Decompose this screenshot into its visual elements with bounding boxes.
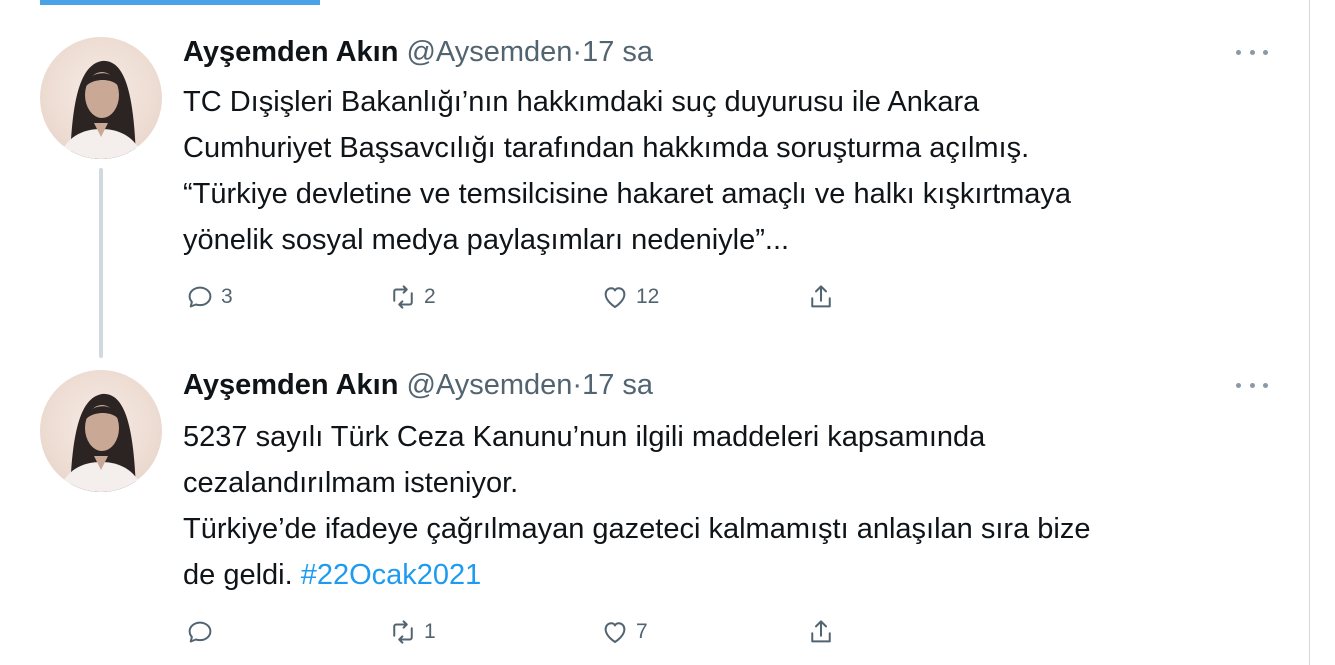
- tweet-text: 5237 sayılı Türk Ceza Kanunu’nun ilgili …: [183, 414, 1090, 598]
- separator-dot: ·: [572, 36, 583, 68]
- reply-button[interactable]: [185, 617, 221, 647]
- share-button[interactable]: [806, 282, 836, 312]
- retweet-icon: [393, 620, 413, 644]
- author-handle[interactable]: @Aysemden: [406, 36, 572, 68]
- profile-photo-icon: [58, 393, 144, 492]
- share-icon: [811, 620, 831, 643]
- profile-photo-icon: [58, 60, 144, 159]
- reply-icon: [188, 621, 212, 643]
- avatar[interactable]: [40, 37, 162, 159]
- tweet-text-line: yönelik sosyal medya paylaşımları nedeni…: [183, 224, 790, 256]
- avatar[interactable]: [40, 370, 162, 492]
- like-count: 12: [636, 285, 660, 308]
- tweet-text-line-with-hashtag: de geldi. #22Ocak2021: [183, 552, 1090, 598]
- tweet-text-line: Cumhuriyet Başsavcılığı tarafından hakkı…: [183, 132, 1030, 164]
- author-handle[interactable]: @Aysemden: [406, 369, 572, 401]
- like-count: 7: [636, 620, 648, 643]
- tweet[interactable]: Ayşemden Akın @Aysemden·17 sa 5237 sayıl…: [0, 335, 1309, 665]
- tweet-text-line: TC Dışişleri Bakanlığı’nın hakkımdaki su…: [183, 86, 980, 118]
- tweet-header: Ayşemden Akın @Aysemden·17 sa: [183, 368, 653, 402]
- retweet-button[interactable]: 1: [388, 617, 436, 647]
- reply-count: 3: [221, 285, 233, 308]
- more-options-icon[interactable]: [1236, 44, 1268, 60]
- tweet[interactable]: Ayşemden Akın @Aysemden·17 sa TC Dışişle…: [0, 0, 1309, 335]
- tweet-text-line: cezalandırılmam isteniyor.: [183, 467, 519, 499]
- hashtag-link[interactable]: #22Ocak2021: [301, 559, 482, 591]
- tweet-text-line: Türkiye’de ifadeye çağrılmayan gazeteci …: [183, 513, 1091, 545]
- more-options-icon[interactable]: [1236, 377, 1268, 393]
- tweet-text-fragment: de geldi.: [183, 559, 293, 591]
- tweet-timestamp[interactable]: 17 sa: [582, 36, 653, 68]
- like-button[interactable]: 7: [600, 617, 648, 647]
- share-button[interactable]: [806, 617, 836, 647]
- tweet-text-line: “Türkiye devletine ve temsilcisine hakar…: [183, 178, 1072, 210]
- heart-icon: [604, 287, 626, 308]
- retweet-icon: [393, 285, 413, 309]
- retweet-count: 1: [424, 620, 436, 643]
- reply-icon: [188, 286, 212, 308]
- tweet-timestamp[interactable]: 17 sa: [582, 369, 653, 401]
- timeline-border: [1309, 0, 1310, 665]
- retweet-count: 2: [424, 285, 436, 308]
- separator-dot: ·: [572, 369, 583, 401]
- tweet-text: TC Dışişleri Bakanlığı’nın hakkımdaki su…: [183, 79, 1071, 263]
- author-name[interactable]: Ayşemden Akın: [183, 369, 398, 401]
- tweet-text-line: 5237 sayılı Türk Ceza Kanunu’nun ilgili …: [183, 421, 986, 453]
- tweet-header: Ayşemden Akın @Aysemden·17 sa: [183, 35, 653, 69]
- like-button[interactable]: 12: [600, 282, 659, 312]
- heart-icon: [604, 622, 626, 643]
- retweet-button[interactable]: 2: [388, 282, 436, 312]
- share-icon: [811, 285, 831, 308]
- reply-button[interactable]: 3: [185, 282, 233, 312]
- author-name[interactable]: Ayşemden Akın: [183, 36, 398, 68]
